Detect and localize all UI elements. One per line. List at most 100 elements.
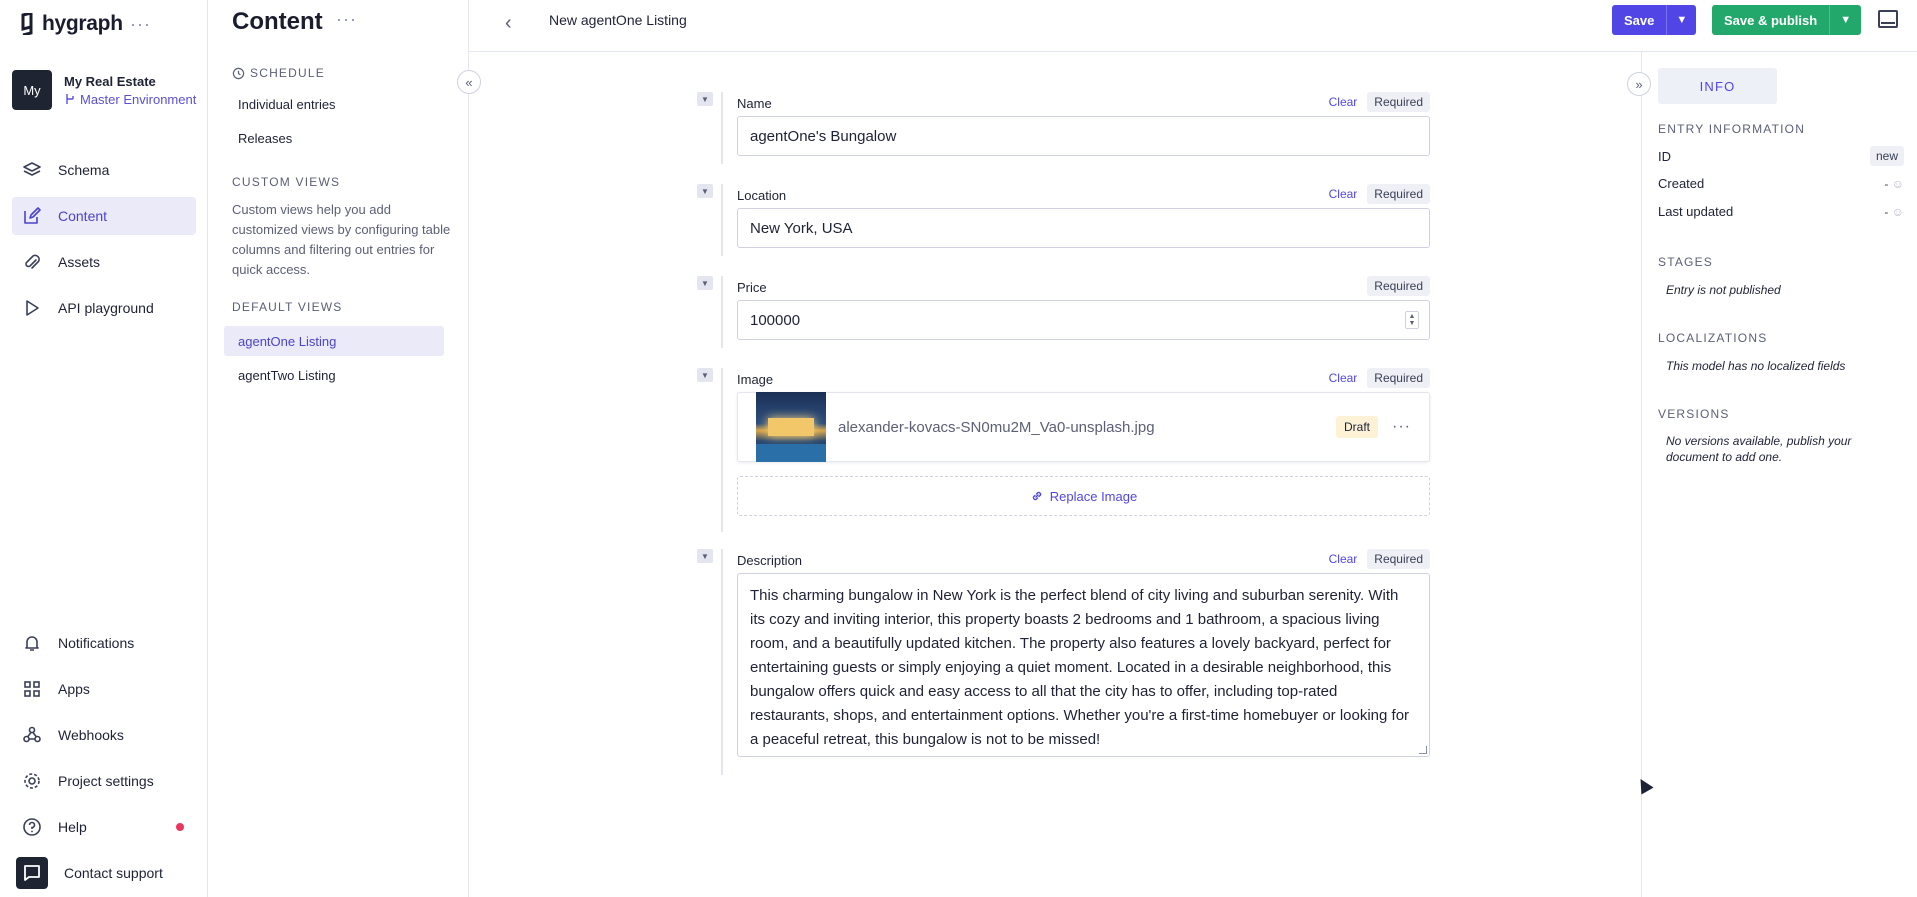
nav-label: Notifications bbox=[58, 635, 135, 651]
back-arrow-icon[interactable]: ‹ bbox=[505, 12, 512, 35]
hygraph-logo-icon bbox=[21, 13, 33, 35]
price-input[interactable]: 100000 ▲ ▼ bbox=[737, 300, 1430, 340]
nav-item-schema[interactable]: Schema bbox=[12, 151, 196, 189]
clear-button[interactable]: Clear bbox=[1325, 368, 1362, 388]
field-collapse-caret-icon[interactable]: ▼ bbox=[697, 368, 713, 382]
custom-views-heading: CUSTOM VIEWS bbox=[232, 175, 341, 189]
nav-item-assets[interactable]: Assets bbox=[12, 243, 196, 281]
clear-button[interactable]: Clear bbox=[1325, 184, 1362, 204]
field-rail bbox=[721, 368, 723, 532]
paperclip-icon bbox=[25, 254, 40, 269]
id-value: new bbox=[1869, 146, 1904, 166]
environment-link[interactable]: Master Environment bbox=[64, 92, 196, 107]
info-row-created: Created - ☺ bbox=[1658, 176, 1904, 191]
name-input[interactable]: agentOne's Bungalow bbox=[737, 116, 1430, 156]
more-options-icon[interactable]: ··· bbox=[1392, 418, 1411, 436]
content-menu-icon[interactable]: ··· bbox=[336, 9, 357, 30]
localizations-heading: LOCALIZATIONS bbox=[1658, 331, 1768, 345]
nav-item-help[interactable]: Help bbox=[12, 808, 196, 846]
hygraph-logo[interactable]: hygraph bbox=[20, 12, 123, 36]
edit-icon bbox=[24, 207, 41, 224]
project-switcher[interactable]: My My Real Estate Master Environment bbox=[12, 70, 196, 110]
versions-note: No versions available, publish your docu… bbox=[1666, 434, 1852, 464]
tab-info[interactable]: INFO bbox=[1658, 68, 1777, 104]
publish-dropdown-chevron-icon[interactable]: ▼ bbox=[1829, 5, 1862, 35]
nav-item-apps[interactable]: Apps bbox=[12, 670, 196, 708]
help-notification-dot bbox=[176, 823, 184, 831]
field-collapse-caret-icon[interactable]: ▼ bbox=[697, 92, 713, 106]
custom-views-description: Custom views help you add customized vie… bbox=[232, 202, 451, 277]
field-collapse-caret-icon[interactable]: ▼ bbox=[697, 276, 713, 290]
nav-label: Help bbox=[58, 819, 87, 835]
info-row-id: ID new bbox=[1658, 146, 1904, 166]
collapse-info-panel-button[interactable]: » bbox=[1627, 72, 1651, 96]
updated-value: - ☺ bbox=[1884, 205, 1904, 219]
draft-status-badge: Draft bbox=[1336, 416, 1379, 438]
info-row-last-updated: Last updated - ☺ bbox=[1658, 204, 1904, 219]
brand-menu-icon[interactable]: ··· bbox=[130, 14, 151, 35]
clear-button[interactable]: Clear bbox=[1325, 92, 1362, 112]
field-rail bbox=[721, 92, 723, 164]
nav-label: API playground bbox=[58, 300, 154, 316]
save-publish-button-group: Save & publish ▼ bbox=[1712, 5, 1862, 35]
webhook-icon bbox=[23, 726, 41, 743]
asset-filename[interactable]: alexander-kovacs-SN0mu2M_Va0-unsplash.jp… bbox=[838, 419, 1336, 436]
asset-card[interactable]: alexander-kovacs-SN0mu2M_Va0-unsplash.jp… bbox=[737, 392, 1430, 462]
sidebar-item-agentone-listing[interactable]: agentOne Listing bbox=[224, 326, 444, 356]
schedule-heading: SCHEDULE bbox=[232, 66, 325, 80]
save-dropdown-chevron-icon[interactable]: ▼ bbox=[1666, 5, 1697, 35]
main-nav: hygraph ··· My My Real Estate Master Env… bbox=[0, 0, 208, 897]
project-avatar: My bbox=[12, 70, 52, 110]
location-input[interactable]: New York, USA bbox=[737, 208, 1430, 248]
required-badge: Required bbox=[1367, 184, 1430, 204]
save-button[interactable]: Save bbox=[1612, 5, 1667, 35]
field-actions: Clear Required bbox=[1325, 368, 1430, 388]
stages-note: Entry is not published bbox=[1666, 283, 1781, 297]
editor-header: ‹ New agentOne Listing Save ▼ Save & pub… bbox=[469, 0, 1917, 52]
stages-heading: STAGES bbox=[1658, 255, 1713, 269]
field-collapse-caret-icon[interactable]: ▼ bbox=[697, 184, 713, 198]
nav-item-project-settings[interactable]: Project settings bbox=[12, 762, 196, 800]
nav-label: Apps bbox=[58, 681, 90, 697]
chat-icon bbox=[16, 857, 48, 889]
save-publish-button[interactable]: Save & publish bbox=[1712, 5, 1830, 35]
help-icon bbox=[23, 818, 41, 836]
nav-item-notifications[interactable]: Notifications bbox=[12, 624, 196, 662]
entry-information-heading: ENTRY INFORMATION bbox=[1658, 122, 1806, 136]
required-badge: Required bbox=[1367, 276, 1430, 296]
field-actions: Clear Required bbox=[1325, 184, 1430, 204]
save-button-group: Save ▼ bbox=[1612, 5, 1697, 35]
clear-button[interactable]: Clear bbox=[1325, 549, 1362, 569]
nav-item-contact-support[interactable]: Contact support bbox=[12, 854, 196, 892]
field-collapse-caret-icon[interactable]: ▼ bbox=[697, 549, 713, 563]
field-image: ▼ Image Clear Required alexander-kovacs-… bbox=[697, 368, 1430, 532]
field-label: Image bbox=[737, 372, 774, 387]
info-label: ID bbox=[1658, 148, 1671, 164]
field-actions: Clear Required bbox=[1325, 549, 1430, 569]
content-title: Content bbox=[232, 8, 323, 35]
created-value-text: - bbox=[1884, 176, 1889, 191]
project-name: My Real Estate bbox=[64, 73, 156, 89]
required-badge: Required bbox=[1367, 549, 1430, 569]
nav-item-content[interactable]: Content bbox=[12, 197, 196, 235]
description-textarea[interactable]: This charming bungalow in New York is th… bbox=[737, 573, 1430, 757]
nav-item-api-playground[interactable]: API playground bbox=[12, 289, 196, 327]
required-badge: Required bbox=[1367, 368, 1430, 388]
field-label: Price bbox=[737, 280, 767, 295]
nav-item-webhooks[interactable]: Webhooks bbox=[12, 716, 196, 754]
number-stepper-icon[interactable]: ▲ ▼ bbox=[1405, 311, 1419, 329]
content-sidebar: Content ··· SCHEDULE Individual entries … bbox=[208, 0, 469, 897]
field-rail bbox=[721, 276, 723, 348]
collapse-sidebar-button[interactable]: « bbox=[457, 70, 481, 94]
replace-image-button[interactable]: Replace Image bbox=[737, 476, 1430, 516]
field-actions: Clear Required bbox=[1325, 92, 1430, 112]
branch-icon bbox=[66, 94, 74, 104]
gear-icon bbox=[24, 773, 40, 789]
sidebar-item-individual-entries[interactable]: Individual entries bbox=[224, 89, 452, 119]
resize-handle-icon[interactable] bbox=[1419, 746, 1427, 754]
panel-layout-icon[interactable] bbox=[1878, 10, 1898, 28]
sidebar-item-releases[interactable]: Releases bbox=[224, 123, 452, 153]
updated-value-text: - bbox=[1884, 204, 1889, 219]
sidebar-item-agenttwo-listing[interactable]: agentTwo Listing bbox=[224, 360, 452, 390]
app-root: hygraph ··· My My Real Estate Master Env… bbox=[0, 0, 1917, 897]
